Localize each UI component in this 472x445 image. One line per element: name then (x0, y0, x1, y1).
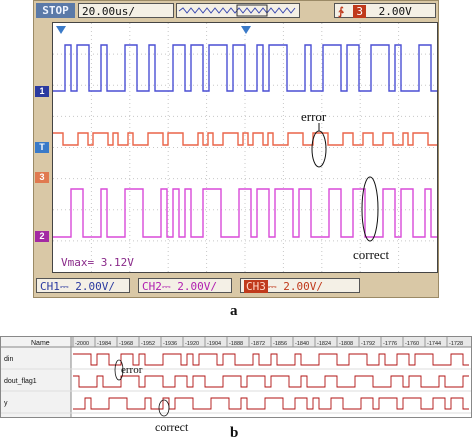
ch1-label: CH1 (40, 280, 60, 293)
oscilloscope-screen: STOP 20.00us/ ∱ 3 2.00V 1 T 3 2 error co… (33, 0, 439, 298)
time-tick-label: -1936 (163, 341, 177, 347)
ch1-scale[interactable]: CH1⎓ 2.00V/ (36, 278, 130, 293)
dc-coupling-icon: ⎓ (161, 280, 171, 293)
overview-wave-icon (178, 4, 296, 17)
correct-label: correct (353, 247, 389, 262)
trigger-level-marker[interactable]: T (35, 142, 49, 153)
time-tick-label: -1872 (251, 341, 265, 347)
timebase-readout: 20.00us/ (78, 3, 174, 18)
logic-trace-dout_flag1 (73, 375, 469, 388)
trigger-level: 2.00V (378, 5, 412, 18)
signal-name-dout_flag1[interactable]: dout_flag1 (4, 378, 37, 385)
signal-name-column (1, 337, 71, 417)
ch2-trace (53, 188, 437, 238)
scope-status-bar: STOP 20.00us/ ∱ 3 2.00V (34, 1, 440, 21)
time-tick-label: -1744 (427, 341, 441, 347)
channel-scale-bar: CH1⎓ 2.00V/ CH2⎓ 2.00V/ CH3 ⎓ 2.00V/ (34, 275, 440, 297)
time-tick-label: -1968 (119, 341, 133, 347)
dc-coupling-icon: ⎓ (267, 280, 277, 293)
ch2-value: 2.00V/ (177, 280, 218, 293)
vmax-readout: Vmax= 3.12V (61, 256, 134, 269)
time-tick-label: -1776 (383, 341, 397, 347)
trigger-source: 3 (353, 5, 366, 18)
signal-name-din[interactable]: din (4, 356, 13, 363)
time-tick-label: -1904 (207, 341, 221, 347)
ch1-ground-marker[interactable]: 1 (35, 86, 49, 97)
time-tick-label: -1760 (405, 341, 419, 347)
waveform-overview (176, 3, 300, 18)
figure-caption-b: b (230, 425, 239, 441)
scope-graticule: error correct Vmax= 3.12V (52, 22, 438, 273)
logic-trace-y (73, 397, 469, 410)
trigger-readout: ∱ 3 2.00V (334, 3, 436, 18)
trigger-edge-icon: ∱ (338, 5, 344, 18)
time-tick-label: -1952 (141, 341, 155, 347)
scope-traces: error correct Vmax= 3.12V (53, 23, 437, 272)
logic-waveforms: Name -2000 -1984 -1968 -1952 -1936 -1920 -1904… (1, 337, 471, 417)
trigger-position-marker-center (241, 26, 251, 34)
trigger-position-marker-left (56, 26, 66, 34)
ch1-trace (53, 44, 437, 92)
run-status-badge: STOP (36, 3, 75, 18)
logic-error-label: error (121, 364, 143, 376)
time-tick-label: -1840 (295, 341, 309, 347)
ch1-value: 2.00V/ (75, 280, 116, 293)
dc-coupling-icon: ⎓ (59, 280, 69, 293)
time-tick-label: -1888 (229, 341, 243, 347)
time-tick-label: -1984 (97, 341, 111, 347)
time-tick-label: -1856 (273, 341, 287, 347)
ch3-scale[interactable]: CH3 ⎓ 2.00V/ (240, 278, 360, 293)
time-tick-label: -1824 (317, 341, 331, 347)
ch3-label: CH3 (244, 280, 268, 293)
figure-caption-a: a (230, 303, 238, 319)
logic-correct-ellipse (158, 399, 170, 417)
name-column-header: Name (31, 340, 50, 347)
logic-analyzer-view: Name -2000 -1984 -1968 -1952 -1936 -1920 -1904… (0, 336, 472, 418)
ch2-scale[interactable]: CH2⎓ 2.00V/ (138, 278, 232, 293)
error-highlight-ellipse (311, 130, 327, 168)
time-tick-label: -1808 (339, 341, 353, 347)
ch2-ground-marker[interactable]: 2 (35, 231, 49, 242)
ch3-ground-marker[interactable]: 3 (35, 172, 49, 183)
time-tick-label: -2000 (75, 341, 89, 347)
signal-name-y[interactable]: y (4, 400, 8, 407)
time-tick-label: -1920 (185, 341, 199, 347)
ch3-value: 2.00V/ (283, 280, 324, 293)
logic-correct-label: correct (155, 420, 189, 434)
time-tick-label: -1792 (361, 341, 375, 347)
time-tick-label: -1728 (449, 341, 463, 347)
error-label: error (301, 109, 327, 124)
ch2-label: CH2 (142, 280, 162, 293)
